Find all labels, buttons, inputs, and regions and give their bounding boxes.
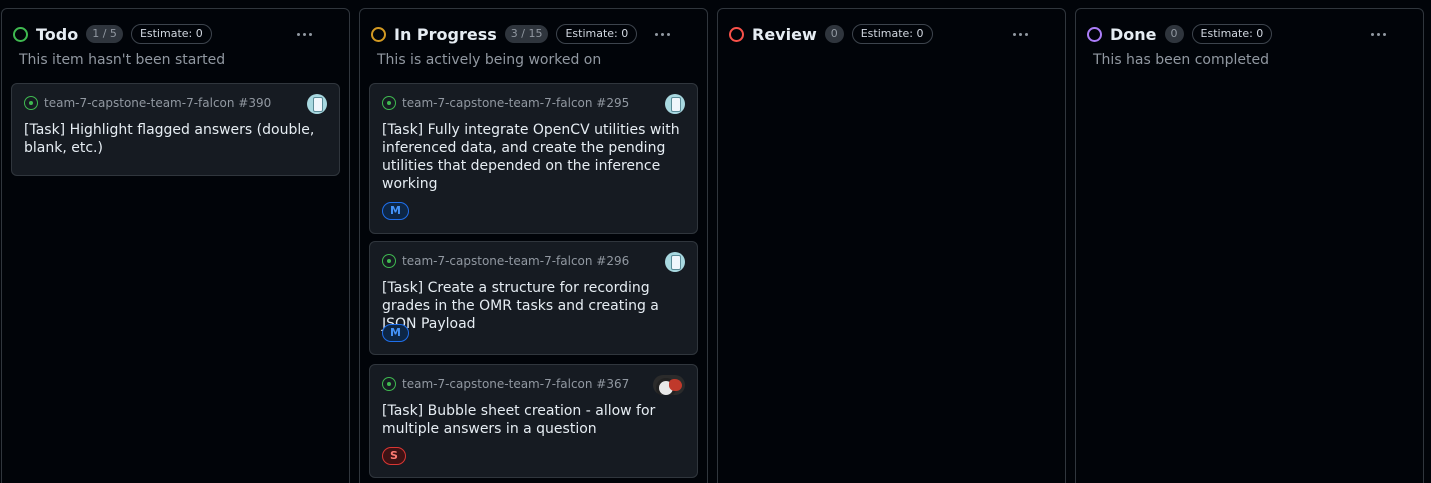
item-count-badge: 0 xyxy=(824,25,844,43)
column-review: Review 0 Estimate: 0 xyxy=(717,8,1066,483)
column-header: Review 0 Estimate: 0 xyxy=(726,23,1057,45)
size-label[interactable]: S xyxy=(382,447,406,465)
column-description: This item hasn't been started xyxy=(19,52,226,68)
card-repo-label: team-7-capstone-team-7-falcon #295 xyxy=(402,96,630,110)
open-issue-icon xyxy=(382,254,396,268)
column-header: In Progress 3 / 15 Estimate: 0 xyxy=(368,23,699,45)
issue-card[interactable]: team-7-capstone-team-7-falcon #367 [Task… xyxy=(369,364,698,478)
issue-card[interactable]: team-7-capstone-team-7-falcon #390 [Task… xyxy=(11,83,340,176)
card-title[interactable]: [Task] Fully integrate OpenCV utilities … xyxy=(382,121,683,193)
project-board: Todo 1 / 5 Estimate: 0 This item hasn't … xyxy=(0,0,1431,483)
open-issue-icon xyxy=(382,377,396,391)
column-title: Todo xyxy=(36,24,79,44)
estimate-badge: Estimate: 0 xyxy=(130,24,212,44)
issue-card[interactable]: team-7-capstone-team-7-falcon #295 [Task… xyxy=(369,83,698,234)
item-count-badge: 3 / 15 xyxy=(504,25,549,43)
assignee-avatar[interactable] xyxy=(307,94,327,114)
card-repo-label: team-7-capstone-team-7-falcon #367 xyxy=(402,377,630,391)
card-title[interactable]: [Task] Highlight flagged answers (double… xyxy=(24,121,325,157)
column-description: This has been completed xyxy=(1093,52,1269,68)
column-menu-button[interactable] xyxy=(651,23,673,45)
column-menu-button[interactable] xyxy=(1009,23,1031,45)
column-todo: Todo 1 / 5 Estimate: 0 This item hasn't … xyxy=(1,8,350,483)
issue-card[interactable]: team-7-capstone-team-7-falcon #296 [Task… xyxy=(369,241,698,355)
open-issue-icon xyxy=(24,96,38,110)
column-title: Review xyxy=(752,24,817,44)
card-repo-ref: team-7-capstone-team-7-falcon #295 xyxy=(382,96,629,110)
column-title: In Progress xyxy=(394,24,497,44)
column-description: This is actively being worked on xyxy=(377,52,602,68)
card-repo-label: team-7-capstone-team-7-falcon #390 xyxy=(44,96,272,110)
done-status-icon xyxy=(1087,26,1102,42)
size-label[interactable]: M xyxy=(382,202,409,220)
card-title[interactable]: [Task] Create a structure for recording … xyxy=(382,279,683,333)
column-in-progress: In Progress 3 / 15 Estimate: 0 This is a… xyxy=(359,8,708,483)
estimate-badge: Estimate: 0 xyxy=(1191,24,1273,44)
card-repo-ref: team-7-capstone-team-7-falcon #390 xyxy=(24,96,271,110)
column-menu-button[interactable] xyxy=(1367,23,1389,45)
assignee-avatar[interactable] xyxy=(665,94,685,114)
assignee-avatar[interactable] xyxy=(665,252,685,272)
card-repo-ref: team-7-capstone-team-7-falcon #367 xyxy=(382,377,629,391)
item-count-badge: 0 xyxy=(1164,25,1184,43)
column-header: Todo 1 / 5 Estimate: 0 xyxy=(10,23,341,45)
card-title[interactable]: [Task] Bubble sheet creation - allow for… xyxy=(382,402,683,438)
card-repo-label: team-7-capstone-team-7-falcon #296 xyxy=(402,254,630,268)
item-count-badge: 1 / 5 xyxy=(86,25,123,43)
in-progress-status-icon xyxy=(371,26,386,42)
column-done: Done 0 Estimate: 0 This has been complet… xyxy=(1075,8,1424,483)
review-status-icon xyxy=(729,26,744,42)
card-repo-ref: team-7-capstone-team-7-falcon #296 xyxy=(382,254,629,268)
todo-status-icon xyxy=(13,26,28,42)
assignee-avatar[interactable] xyxy=(653,375,685,395)
column-title: Done xyxy=(1110,24,1157,44)
column-menu-button[interactable] xyxy=(293,23,315,45)
size-label[interactable]: M xyxy=(382,324,409,342)
open-issue-icon xyxy=(382,96,396,110)
estimate-badge: Estimate: 0 xyxy=(851,24,933,44)
estimate-badge: Estimate: 0 xyxy=(556,24,638,44)
column-header: Done 0 Estimate: 0 xyxy=(1084,23,1415,45)
